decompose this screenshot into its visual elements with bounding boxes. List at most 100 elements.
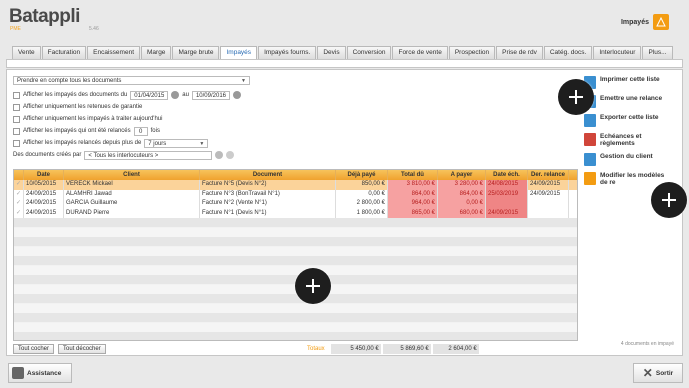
table-cell-document: Facture N°1 (Devis N°1)	[200, 208, 336, 218]
table-cell-der-relance	[528, 208, 569, 218]
table-cell-client: GARCIA Guillaume	[64, 199, 200, 209]
side-action-item[interactable]: Imprimer cette liste	[584, 76, 679, 89]
select-all-button[interactable]: Tout cocher	[13, 344, 55, 354]
table-cell-document: Facture N°5 (Devis N°2)	[200, 180, 336, 190]
side-action-item[interactable]: Emettre une relance	[584, 95, 679, 108]
table-cell-date: 24/09/2015	[24, 208, 64, 218]
exit-button[interactable]: ✕ Sortir	[633, 363, 683, 383]
side-action-item[interactable]: Echéances et règlements	[584, 133, 679, 147]
tab-item[interactable]: Prospection	[448, 46, 496, 59]
table-cell-der-relance: 24/09/2015	[528, 189, 569, 199]
date-range-label: Afficher les impayés des documents du	[23, 92, 128, 98]
tab-item[interactable]: Vente	[12, 46, 41, 59]
relances-checkbox[interactable]	[13, 127, 20, 135]
table-cell-client: ALAMHRI Jawad	[64, 189, 200, 199]
assistance-button[interactable]: Assistance	[8, 363, 72, 383]
column-header[interactable]: Document	[200, 170, 336, 180]
table-row[interactable]: ✓ 24/09/2015 GARCIA Guillaume Facture N°2 (…	[14, 199, 577, 209]
table-row[interactable]: ✓ 10/05/2015 VERECK Mickael Facture N°5 (De…	[14, 180, 577, 190]
column-header[interactable]: Déjà payé	[336, 170, 388, 180]
add-hotspot-button[interactable]	[558, 79, 594, 115]
tab-bar: Vente Facturation Encaissement Marge Marge b…	[12, 46, 674, 59]
doc-scope-select[interactable]: Prendre en compte tous les documents ▼	[13, 76, 250, 85]
add-hotspot-button[interactable]	[651, 182, 687, 218]
exit-label: Sortir	[655, 369, 674, 377]
tab-item[interactable]: Marge brute	[172, 46, 220, 59]
side-action-item[interactable]: Exporter cette liste	[584, 114, 679, 127]
row-check-icon[interactable]: ✓	[14, 208, 24, 218]
side-action-item[interactable]: Gestion du client	[584, 153, 679, 166]
column-header[interactable]: Date	[24, 170, 64, 180]
relances-depuis-label: Afficher les impayés relancés depuis plu…	[23, 140, 142, 146]
tab-item[interactable]: Facturation	[41, 46, 87, 59]
table-cell-total-du: 964,00 €	[388, 199, 438, 209]
created-by-value: < Tous les interlocuteurs >	[88, 152, 159, 159]
side-action-label: Gestion du client	[600, 153, 653, 160]
table-row[interactable]: ✓ 24/09/2015 ALAMHRI Jawad Facture N°3 (Bon…	[14, 189, 577, 199]
empty-row	[14, 218, 577, 228]
tab-item[interactable]: Devis	[317, 46, 346, 59]
user-icon	[584, 153, 596, 166]
table-cell-deja-paye: 0,00 €	[336, 189, 388, 199]
tab-item[interactable]: Plus...	[642, 46, 673, 59]
section-header: Impayés	[621, 14, 669, 30]
empty-row	[14, 227, 577, 237]
tab-item[interactable]: Prise de rdv	[496, 46, 543, 59]
relances-depuis-checkbox[interactable]	[13, 139, 20, 147]
calendar-icon[interactable]	[171, 91, 180, 99]
table-cell-a-payer: 0,00 €	[438, 199, 486, 209]
empty-row	[14, 237, 577, 247]
empty-row	[14, 322, 577, 332]
filter-icon[interactable]	[215, 151, 224, 159]
edit-icon	[584, 172, 596, 185]
date-from-field[interactable]: 01/04/2015	[130, 90, 169, 100]
a-traiter-checkbox[interactable]	[13, 115, 20, 123]
tab-item[interactable]: Impayés	[220, 46, 258, 59]
tab-item[interactable]: Marge	[141, 46, 172, 59]
totals-label: Totaux	[307, 346, 325, 352]
column-header[interactable]: Total dû	[388, 170, 438, 180]
doc-count: 4 documents en impayé	[620, 341, 674, 347]
empty-row	[14, 256, 577, 266]
calendar-icon[interactable]	[232, 91, 241, 99]
row-check-icon[interactable]: ✓	[14, 189, 24, 199]
retenues-checkbox[interactable]	[13, 103, 20, 111]
table-row[interactable]: ✓ 24/09/2015 DURAND Pierre Facture N°1 (Dev…	[14, 208, 577, 218]
close-icon: ✕	[642, 366, 653, 380]
created-by-select[interactable]: < Tous les interlocuteurs >	[84, 150, 213, 160]
table-cell-date-ech: 24/08/2015	[486, 180, 528, 190]
row-check-icon[interactable]: ✓	[14, 199, 24, 209]
column-header[interactable]: Client	[64, 170, 200, 180]
footer: Assistance ✕ Sortir	[0, 360, 689, 388]
tab-item[interactable]: Encaissement	[87, 46, 140, 59]
tab-strip	[6, 59, 683, 68]
tab-item[interactable]: Interlocuteur	[593, 46, 642, 59]
empty-row	[14, 246, 577, 256]
tab-item[interactable]: Impayés fourns.	[258, 46, 317, 59]
row-check-icon[interactable]: ✓	[14, 180, 24, 190]
impayes-table: Date Client Document Déjà payé Total dû …	[13, 169, 578, 341]
column-header[interactable]: A payer	[438, 170, 486, 180]
relances-depuis-select[interactable]: 7 jours ▼	[144, 138, 209, 148]
column-header[interactable]: Date éch.	[486, 170, 528, 180]
table-cell-der-relance: 24/09/2015	[528, 180, 569, 190]
relances-count-field[interactable]: 0	[133, 126, 148, 136]
deselect-all-button[interactable]: Tout décocher	[58, 344, 106, 354]
add-hotspot-button[interactable]	[295, 268, 331, 304]
clear-icon[interactable]	[226, 151, 235, 159]
export-icon	[584, 114, 596, 127]
tab-item[interactable]: Catég. docs.	[543, 46, 593, 59]
totals-row: Totaux 5 450,00 € 5 869,60 € 2 604,00 €	[307, 344, 479, 354]
empty-row	[14, 265, 577, 275]
column-header[interactable]: Der. relance	[528, 170, 569, 180]
column-header-select[interactable]	[14, 170, 24, 180]
tab-item[interactable]: Conversion	[346, 46, 392, 59]
date-to-field[interactable]: 10/09/2016	[191, 90, 230, 100]
tab-item[interactable]: Force de vente	[392, 46, 448, 59]
a-traiter-row: Afficher uniquement les impayés à traite…	[13, 114, 162, 124]
date-range-checkbox[interactable]	[13, 91, 20, 99]
chevron-down-icon: ▼	[241, 78, 246, 84]
table-cell-client: DURAND Pierre	[64, 208, 200, 218]
help-icon	[12, 367, 24, 379]
created-by-label: Des documents créés par	[13, 152, 82, 158]
